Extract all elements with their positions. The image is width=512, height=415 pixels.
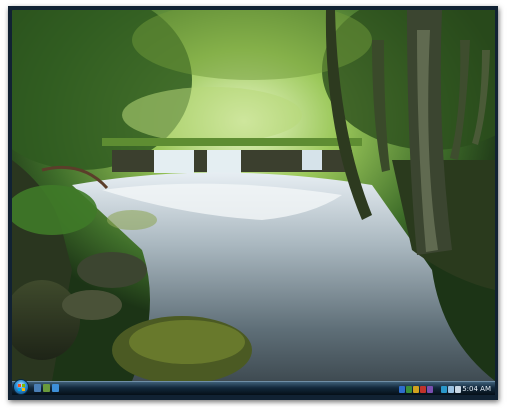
internet-explorer-icon[interactable] bbox=[52, 384, 59, 392]
windows-logo-icon bbox=[18, 384, 25, 391]
taskbar: 5:04 AM bbox=[12, 379, 495, 395]
desktop: 5:04 AM bbox=[12, 10, 495, 395]
network-icon[interactable] bbox=[448, 385, 454, 393]
desktop-wallpaper bbox=[12, 10, 495, 381]
notification-area bbox=[399, 384, 461, 394]
tray-app-icon[interactable] bbox=[399, 385, 405, 393]
volume-icon[interactable] bbox=[455, 385, 461, 393]
tray-app-icon[interactable] bbox=[406, 385, 412, 393]
tray-app-icon[interactable] bbox=[427, 385, 433, 393]
switch-windows-icon[interactable] bbox=[43, 384, 50, 392]
desktop-screenshot-frame: 5:04 AM bbox=[8, 6, 498, 400]
show-desktop-icon[interactable] bbox=[34, 384, 41, 392]
taskbar-clock[interactable]: 5:04 AM bbox=[462, 384, 491, 394]
tray-app-icon[interactable] bbox=[441, 385, 447, 393]
start-button[interactable] bbox=[13, 379, 29, 395]
tray-app-icon[interactable] bbox=[420, 385, 426, 393]
tray-app-icon[interactable] bbox=[413, 385, 419, 393]
quick-launch-bar bbox=[34, 384, 59, 394]
